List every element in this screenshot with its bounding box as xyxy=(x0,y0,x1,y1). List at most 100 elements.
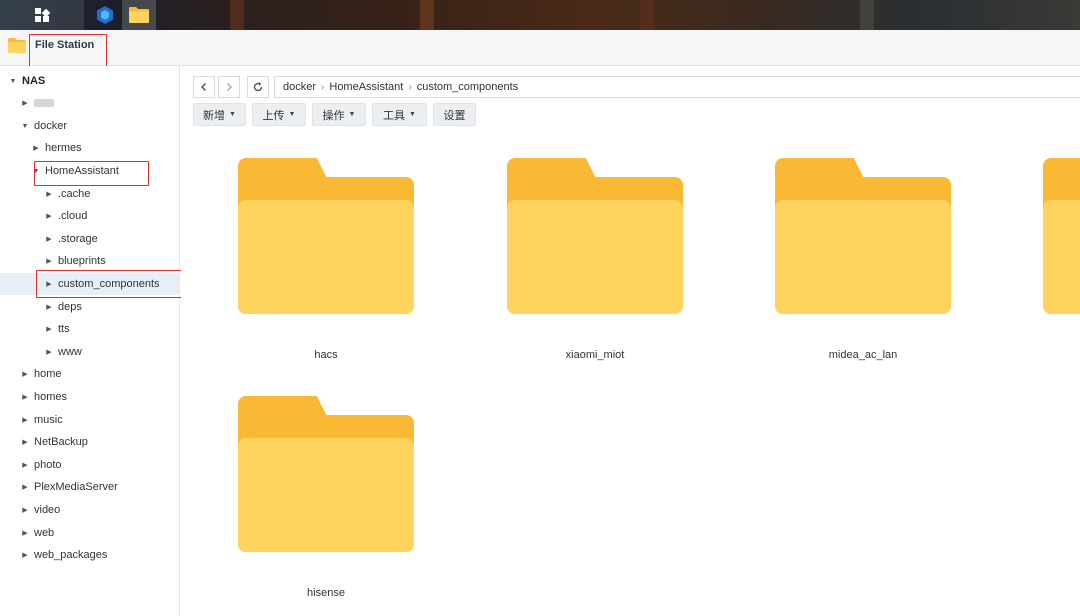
file-station-taskbar-button[interactable] xyxy=(122,0,156,30)
collapsed-arrow-icon[interactable]: ▶ xyxy=(20,483,30,491)
tree-item-netbackup[interactable]: ▶ NetBackup xyxy=(0,431,180,453)
collapsed-arrow-icon[interactable]: ▶ xyxy=(20,393,30,401)
collapsed-arrow-icon[interactable]: ▶ xyxy=(44,190,54,198)
breadcrumb-item-homeassistant[interactable]: HomeAssistant xyxy=(329,81,403,93)
collapsed-arrow-icon[interactable]: ▶ xyxy=(44,212,54,220)
tree-label: NAS xyxy=(22,75,46,87)
breadcrumb-separator-icon: › xyxy=(321,81,325,93)
tools-label: 工具 xyxy=(383,109,406,122)
tree-item-plexmediaserver[interactable]: ▶ PlexMediaServer xyxy=(0,476,180,498)
tree-label: deps xyxy=(58,301,82,313)
tree-label: tts xyxy=(58,323,70,335)
collapsed-arrow-icon[interactable]: ▶ xyxy=(44,280,54,288)
breadcrumb-item-docker[interactable]: docker xyxy=(283,81,316,93)
collapsed-arrow-icon[interactable]: ▶ xyxy=(20,416,30,424)
tree-item-homes[interactable]: ▶ homes xyxy=(0,386,180,408)
action-button[interactable]: 操作 ▼ xyxy=(312,103,366,126)
tree-label: NetBackup xyxy=(34,436,88,448)
tree-label: home xyxy=(34,368,62,380)
tree-item-cloud[interactable]: ▶ .cloud xyxy=(0,205,180,227)
tree-item-cache[interactable]: ▶ .cache xyxy=(0,183,180,205)
collapsed-arrow-icon[interactable]: ▶ xyxy=(44,325,54,333)
expanded-arrow-icon[interactable]: ▼ xyxy=(31,168,41,175)
tree-label: .cloud xyxy=(58,210,88,222)
action-label: 操作 xyxy=(322,109,345,122)
collapsed-arrow-icon[interactable]: ▶ xyxy=(20,506,30,514)
refresh-button[interactable] xyxy=(247,76,269,98)
chevron-right-icon xyxy=(226,82,233,92)
tree-item-homeassistant[interactable]: ▼ HomeAssistant xyxy=(0,160,180,182)
tree-item-home[interactable]: ▶ home xyxy=(0,363,180,385)
tree-label: hermes xyxy=(45,142,82,154)
tree-label: custom_components xyxy=(58,278,160,290)
folder-item-partial[interactable] xyxy=(1043,158,1080,318)
forward-button[interactable] xyxy=(218,76,240,98)
tools-button[interactable]: 工具 ▼ xyxy=(372,103,427,126)
file-station-icon xyxy=(8,38,26,53)
collapsed-arrow-icon[interactable]: ▶ xyxy=(20,529,30,537)
folder-item-xiaomi-miot[interactable]: xiaomi_miot xyxy=(507,158,683,361)
create-button[interactable]: 新增 ▼ xyxy=(193,103,246,126)
package-center-taskbar-button[interactable] xyxy=(90,0,120,30)
tree-item-storage[interactable]: ▶ .storage xyxy=(0,228,180,250)
tree-item-music[interactable]: ▶ music xyxy=(0,409,180,431)
window-titlebar: File Station xyxy=(0,30,1080,66)
collapsed-arrow-icon[interactable]: ▶ xyxy=(20,99,30,107)
collapsed-arrow-icon[interactable]: ▶ xyxy=(20,461,30,469)
upload-button[interactable]: 上传 ▼ xyxy=(252,103,306,126)
tree-item-web[interactable]: ▶ web xyxy=(0,522,180,544)
main-menu-button[interactable] xyxy=(0,0,84,30)
tree-item-video[interactable]: ▶ video xyxy=(0,499,180,521)
folder-name: hisense xyxy=(307,587,345,599)
breadcrumb-item-custom-components[interactable]: custom_components xyxy=(417,81,519,93)
collapsed-arrow-icon[interactable]: ▶ xyxy=(31,144,41,152)
taskbar xyxy=(0,0,1080,30)
tree-item-www[interactable]: ▶ www xyxy=(0,341,180,363)
caret-down-icon: ▼ xyxy=(229,111,236,118)
caret-down-icon: ▼ xyxy=(409,111,416,118)
collapsed-arrow-icon[interactable]: ▶ xyxy=(44,348,54,356)
package-center-icon xyxy=(97,6,113,24)
tree-label: photo xyxy=(34,459,62,471)
folder-icon xyxy=(129,7,149,23)
breadcrumb: docker › HomeAssistant › custom_componen… xyxy=(274,76,1080,98)
tree-label: docker xyxy=(34,120,68,132)
collapsed-arrow-icon[interactable]: ▶ xyxy=(20,370,30,378)
folder-item-hisense[interactable]: hisense xyxy=(238,396,414,599)
tree-item-hermes[interactable]: ▶ hermes xyxy=(0,137,180,159)
folder-item-midea-ac-lan[interactable]: midea_ac_lan xyxy=(775,158,951,361)
tree-item-web-packages[interactable]: ▶ web_packages xyxy=(0,544,180,566)
collapsed-arrow-icon[interactable]: ▶ xyxy=(20,551,30,559)
tree-item-photo[interactable]: ▶ photo xyxy=(0,454,180,476)
tree-item-blueprints[interactable]: ▶ blueprints xyxy=(0,250,180,272)
window-title: File Station xyxy=(35,39,95,51)
collapsed-arrow-icon[interactable]: ▶ xyxy=(44,257,54,265)
refresh-icon xyxy=(253,82,263,92)
settings-button[interactable]: 设置 xyxy=(433,103,476,126)
tree-item-deps[interactable]: ▶ deps xyxy=(0,296,180,318)
folder-icon xyxy=(1043,158,1080,314)
tree-item-custom-components[interactable]: ▶ custom_components xyxy=(0,273,180,295)
tree-item-redacted[interactable]: ▶ xyxy=(0,92,180,114)
tree-item-docker[interactable]: ▼ docker xyxy=(0,115,180,137)
expanded-arrow-icon[interactable]: ▼ xyxy=(8,78,18,85)
tree-item-tts[interactable]: ▶ tts xyxy=(0,318,180,340)
back-button[interactable] xyxy=(193,76,215,98)
tree-label: HomeAssistant xyxy=(45,165,119,177)
tree-label: .storage xyxy=(58,233,98,245)
folder-item-hacs[interactable]: hacs xyxy=(238,158,414,361)
wallpaper-decor xyxy=(420,0,434,30)
wallpaper-decor xyxy=(640,0,654,30)
collapsed-arrow-icon[interactable]: ▶ xyxy=(44,303,54,311)
folder-item-offscreen xyxy=(1043,158,1080,314)
expanded-arrow-icon[interactable]: ▼ xyxy=(20,123,30,130)
folder-name: midea_ac_lan xyxy=(828,349,898,361)
folder-icon xyxy=(507,158,683,314)
collapsed-arrow-icon[interactable]: ▶ xyxy=(20,438,30,446)
collapsed-arrow-icon[interactable]: ▶ xyxy=(44,235,54,243)
tree-root-nas[interactable]: ▼ NAS xyxy=(0,70,180,92)
tree-label: homes xyxy=(34,391,68,403)
chevron-left-icon xyxy=(200,82,207,92)
file-browser-main: docker › HomeAssistant › custom_componen… xyxy=(181,66,1080,616)
folder-icon xyxy=(775,158,951,314)
